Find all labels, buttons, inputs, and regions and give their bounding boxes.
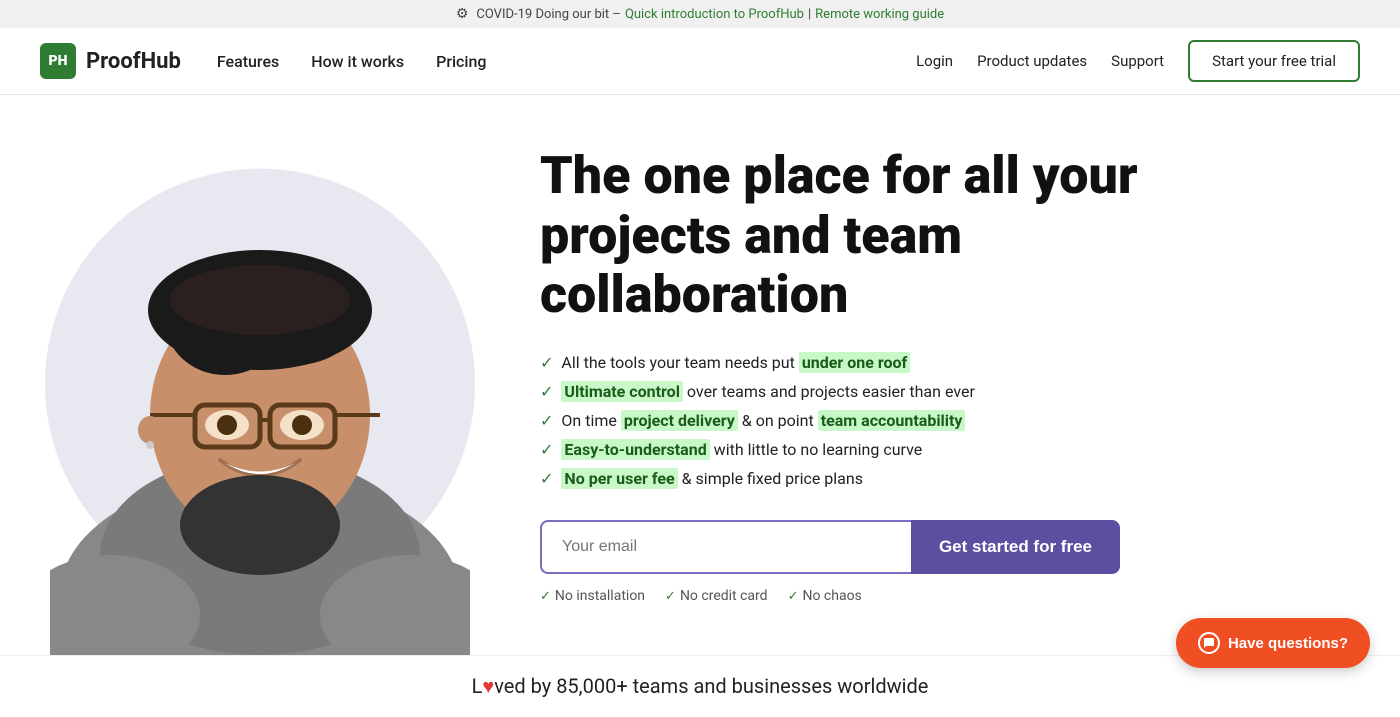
banner-text-prefix: COVID-19 Doing our bit – (476, 7, 621, 22)
feature-text-4: Easy-to-understand with little to no lea… (561, 440, 922, 459)
email-row: Get started for free (540, 520, 1120, 574)
no-cc-text: No credit card (680, 588, 768, 604)
feature-text-5: No per user fee & simple fixed price pla… (561, 469, 863, 488)
no-chaos-check: ✓ (788, 589, 799, 604)
features-list: ✓ All the tools your team needs put unde… (540, 353, 1180, 488)
nav-login[interactable]: Login (916, 52, 953, 70)
chat-button[interactable]: Have questions? (1176, 618, 1370, 668)
nav-links: Features How it works Pricing (217, 52, 487, 71)
highlight-easy: Easy-to-understand (561, 439, 709, 460)
check-icon-3: ✓ (540, 411, 553, 430)
banner-link-intro[interactable]: Quick introduction to ProofHub (625, 7, 804, 22)
feature-text-3: On time project delivery & on point team… (561, 411, 965, 430)
nav-item-how-it-works[interactable]: How it works (311, 52, 404, 71)
highlight-accountability: team accountability (818, 410, 966, 431)
nav-item-features[interactable]: Features (217, 52, 279, 71)
start-trial-button[interactable]: Start your free trial (1188, 40, 1360, 82)
no-install-check: ✓ (540, 589, 551, 604)
email-input[interactable] (540, 520, 911, 574)
bottom-text-prefix: L (472, 674, 483, 698)
hero-image-area (0, 95, 520, 655)
logo[interactable]: PH ProofHub (40, 43, 181, 79)
feature-item-2: ✓ Ultimate control over teams and projec… (540, 382, 1180, 401)
chat-label: Have questions? (1228, 635, 1348, 652)
hero-person-illustration (50, 95, 470, 655)
no-chaos-text: No chaos (802, 588, 861, 604)
nav-product-updates[interactable]: Product updates (977, 52, 1087, 70)
chat-icon (1198, 632, 1220, 654)
no-chaos: ✓ No chaos (788, 588, 862, 604)
check-icon-2: ✓ (540, 382, 553, 401)
no-installation: ✓ No installation (540, 588, 645, 604)
nav-item-pricing[interactable]: Pricing (436, 52, 486, 71)
heart-icon: ♥ (482, 674, 494, 698)
navbar-right: Login Product updates Support Start your… (916, 40, 1360, 82)
brand-name: ProofHub (86, 49, 181, 74)
get-started-button[interactable]: Get started for free (911, 520, 1120, 574)
highlight-roof: under one roof (799, 352, 910, 373)
feature-item-4: ✓ Easy-to-understand with little to no l… (540, 440, 1180, 459)
no-cc-check: ✓ (665, 589, 676, 604)
no-items-row: ✓ No installation ✓ No credit card ✓ No … (540, 588, 1180, 604)
banner-separator: | (808, 7, 811, 22)
no-credit-card: ✓ No credit card (665, 588, 768, 604)
bottom-text-suffix: ved by 85,000+ teams and businesses worl… (494, 674, 928, 698)
check-icon-1: ✓ (540, 353, 553, 372)
gear-icon: ⚙ (456, 6, 469, 22)
feature-text-1: All the tools your team needs put under … (561, 353, 910, 372)
banner-link-remote[interactable]: Remote working guide (815, 7, 944, 22)
highlight-delivery: project delivery (621, 410, 738, 431)
navbar: PH ProofHub Features How it works Pricin… (0, 28, 1400, 95)
feature-text-2: Ultimate control over teams and projects… (561, 382, 974, 401)
hero-title: The one place for all your projects and … (540, 146, 1180, 325)
logo-icon: PH (40, 43, 76, 79)
check-icon-5: ✓ (540, 469, 553, 488)
highlight-control: Ultimate control (561, 381, 683, 402)
check-icon-4: ✓ (540, 440, 553, 459)
feature-item-5: ✓ No per user fee & simple fixed price p… (540, 469, 1180, 488)
feature-item-1: ✓ All the tools your team needs put unde… (540, 353, 1180, 372)
no-install-text: No installation (555, 588, 645, 604)
hero-content: The one place for all your projects and … (520, 106, 1240, 644)
navbar-left: PH ProofHub Features How it works Pricin… (40, 43, 486, 79)
hero-section: The one place for all your projects and … (0, 95, 1400, 655)
top-banner: ⚙ COVID-19 Doing our bit – Quick introdu… (0, 0, 1400, 28)
nav-support[interactable]: Support (1111, 52, 1164, 70)
highlight-fee: No per user fee (561, 468, 677, 489)
feature-item-3: ✓ On time project delivery & on point te… (540, 411, 1180, 430)
